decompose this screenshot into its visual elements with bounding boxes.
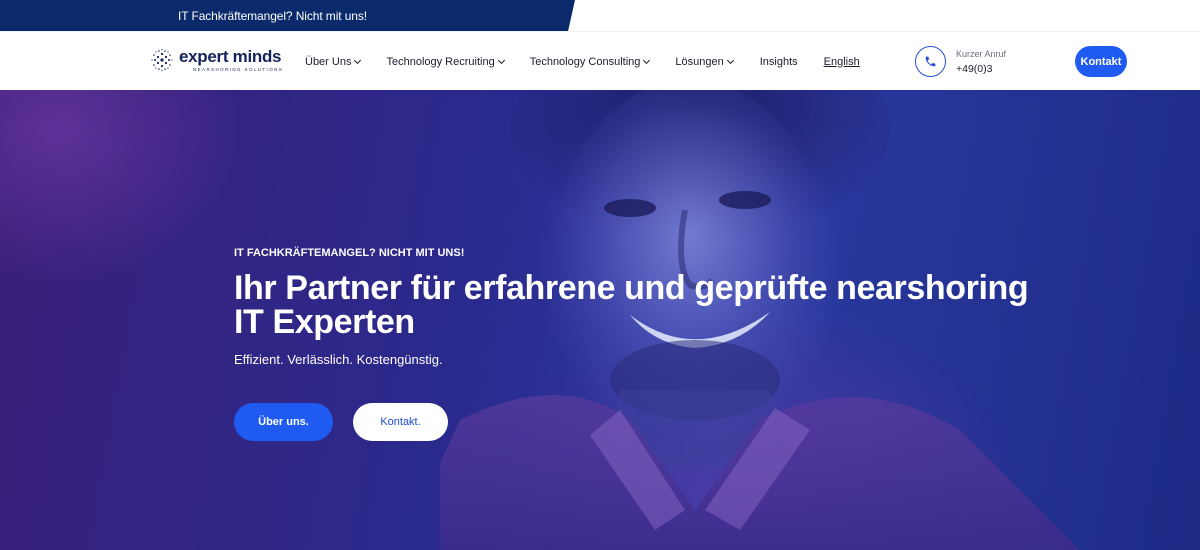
- logo-name: expert minds: [179, 47, 282, 66]
- announcement-band: IT Fachkräftemangel? Nicht mit uns!: [0, 0, 575, 31]
- main-nav: Über Uns Technology Recruiting Technolog…: [305, 32, 860, 91]
- site-header: expert minds NEARSHORING SOLUTIONS Über …: [0, 31, 1200, 90]
- phone-icon[interactable]: [915, 46, 946, 77]
- nav-label: Über Uns: [305, 55, 352, 68]
- nav-label: English: [823, 55, 860, 68]
- hero-buttons: Über uns. Kontakt.: [234, 403, 1034, 441]
- hero-title-line-2: IT Experten: [234, 303, 415, 341]
- hero-content: IT FACHKRÄFTEMANGEL? NICHT MIT UNS! Ihr …: [234, 247, 1034, 441]
- announcement-bar: IT Fachkräftemangel? Nicht mit uns!: [0, 0, 1200, 31]
- call-label: Kurzer Anruf: [956, 48, 1007, 59]
- nav-loesungen[interactable]: Lösungen: [675, 55, 734, 68]
- chevron-down-icon: [354, 56, 362, 64]
- hero-section: IT FACHKRÄFTEMANGEL? NICHT MIT UNS! Ihr …: [0, 90, 1200, 550]
- nav-label: Lösungen: [675, 55, 724, 68]
- nav-ueber-uns[interactable]: Über Uns: [305, 55, 362, 68]
- nav-label: Technology Consulting: [529, 55, 641, 68]
- nav-technology-recruiting[interactable]: Technology Recruiting: [386, 55, 505, 68]
- hero-subtitle: Effizient. Verlässlich. Kostengünstig.: [234, 352, 443, 367]
- hero-eyebrow: IT FACHKRÄFTEMANGEL? NICHT MIT UNS!: [234, 247, 465, 259]
- hero-title: Ihr Partner für erfahrene und geprüfte n…: [234, 271, 1034, 339]
- announcement-text[interactable]: IT Fachkräftemangel? Nicht mit uns!: [178, 9, 367, 23]
- chevron-down-icon: [497, 56, 505, 64]
- logo-dots-icon: [150, 48, 174, 72]
- nav-technology-consulting[interactable]: Technology Consulting: [529, 55, 651, 68]
- call-number[interactable]: +49(0)3: [956, 63, 1006, 75]
- call-contact[interactable]: Kurzer Anruf +49(0)3: [915, 46, 1006, 77]
- kontakt-secondary-button[interactable]: Kontakt.: [353, 403, 448, 441]
- hero-title-line-1: Ihr Partner für erfahrene und geprüfte n…: [234, 269, 1029, 307]
- nav-label: Insights: [759, 55, 798, 68]
- chevron-down-icon: [726, 56, 734, 64]
- ueber-uns-button[interactable]: Über uns.: [234, 403, 333, 441]
- logo[interactable]: expert minds NEARSHORING SOLUTIONS: [150, 48, 283, 73]
- nav-label: Technology Recruiting: [386, 55, 495, 68]
- kontakt-button[interactable]: Kontakt: [1075, 46, 1127, 77]
- logo-tagline: NEARSHORING SOLUTIONS: [193, 67, 284, 72]
- nav-insights[interactable]: Insights: [760, 56, 798, 68]
- chevron-down-icon: [643, 56, 651, 64]
- nav-english[interactable]: English: [824, 56, 860, 68]
